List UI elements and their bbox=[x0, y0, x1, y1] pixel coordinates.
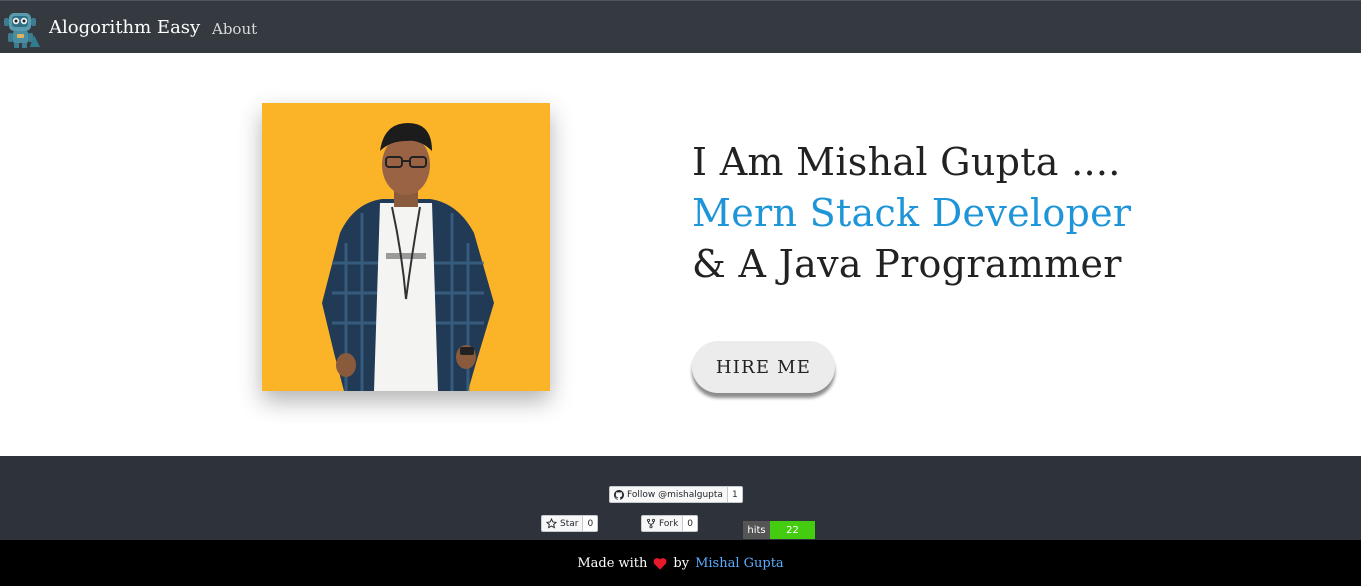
follow-label: Follow @mishalgupta bbox=[627, 489, 723, 500]
star-count[interactable]: 0 bbox=[583, 515, 599, 532]
hits-label: hits bbox=[743, 521, 770, 539]
footer-author-link[interactable]: Mishal Gupta bbox=[695, 556, 784, 571]
footer: Made with by Mishal Gupta bbox=[0, 540, 1361, 586]
robot-logo-icon[interactable] bbox=[2, 9, 42, 49]
hero-line-java: & A Java Programmer bbox=[692, 242, 1122, 286]
github-fork-button[interactable]: Fork 0 bbox=[641, 515, 699, 532]
footer-made-with: Made with bbox=[577, 555, 648, 571]
heart-icon bbox=[653, 557, 667, 570]
star-icon bbox=[546, 518, 557, 529]
hits-count: 22 bbox=[770, 521, 815, 539]
footer-by: by bbox=[673, 555, 690, 571]
profile-photo-image bbox=[262, 103, 550, 391]
hero-heading: I Am Mishal Gupta .... Mern Stack Develo… bbox=[692, 137, 1292, 290]
brand-name[interactable]: Alogorithm Easy bbox=[49, 17, 200, 39]
profile-photo bbox=[262, 103, 550, 391]
navbar: Alogorithm Easy About bbox=[0, 0, 1361, 53]
hero-line-intro: I Am Mishal Gupta .... bbox=[692, 140, 1121, 184]
hire-me-button[interactable]: HIRE ME bbox=[692, 341, 835, 393]
fork-icon bbox=[646, 518, 656, 529]
hits-badge: hits 22 bbox=[743, 521, 815, 539]
github-follow-button[interactable]: Follow @mishalgupta 1 bbox=[609, 486, 743, 503]
star-label: Star bbox=[560, 518, 579, 529]
nav-link-about[interactable]: About bbox=[212, 19, 257, 39]
fork-label: Fork bbox=[659, 518, 679, 529]
hero-line-role: Mern Stack Developer bbox=[692, 191, 1132, 235]
fork-count[interactable]: 0 bbox=[683, 515, 699, 532]
follow-count[interactable]: 1 bbox=[727, 486, 743, 503]
github-star-button[interactable]: Star 0 bbox=[541, 515, 599, 532]
github-icon bbox=[614, 489, 624, 500]
